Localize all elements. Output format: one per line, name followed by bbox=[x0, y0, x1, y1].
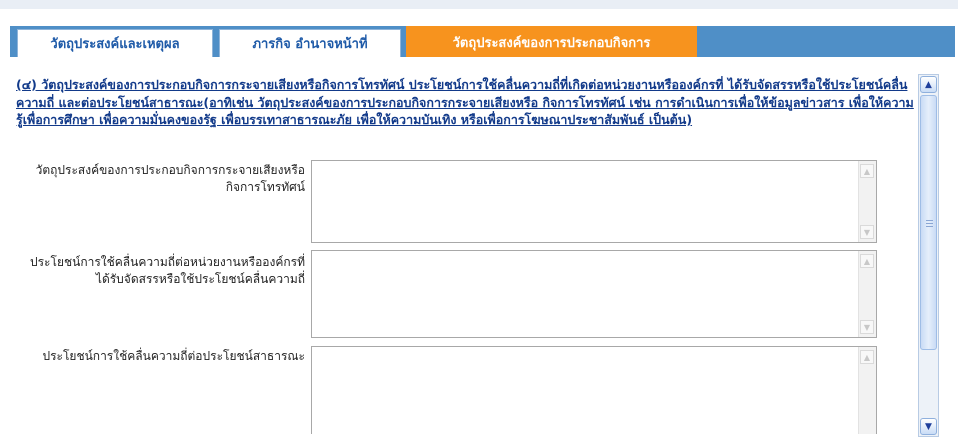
field-label-public-benefit: ประโยชน์การใช้คลื่นความถี่ต่อประโยชน์สาธ… bbox=[42, 349, 305, 363]
section-description: (๔) วัตถุประสงค์ของการประกอบกิจการกระจาย… bbox=[16, 77, 914, 127]
field-label-organization-benefit: ประโยชน์การใช้คลื่นความถี่ต่อหน่วยงานหรื… bbox=[29, 255, 305, 286]
tab-objectives-reasons[interactable]: วัตถุประสงค์และเหตุผล bbox=[17, 29, 213, 57]
field-label-business-objective: วัตถุประสงค์ของการประกอบกิจการกระจายเสีย… bbox=[35, 163, 305, 194]
public-benefit-field[interactable]: ▲ bbox=[311, 346, 877, 434]
business-objective-textarea[interactable] bbox=[312, 161, 857, 242]
chevron-up-icon[interactable]: ▲ bbox=[920, 76, 937, 93]
textarea-scrollbar[interactable]: ▲ bbox=[858, 347, 876, 434]
chevron-up-icon[interactable]: ▲ bbox=[860, 254, 874, 268]
tab-mission-duties[interactable]: ภารกิจ อำนาจหน้าที่ bbox=[219, 29, 401, 57]
scrollbar-thumb[interactable] bbox=[920, 95, 937, 350]
grip-line bbox=[926, 223, 933, 224]
chevron-down-icon[interactable]: ▼ bbox=[920, 418, 937, 435]
grip-line bbox=[926, 226, 933, 227]
organization-benefit-field[interactable]: ▲ ▼ bbox=[311, 250, 877, 338]
chevron-up-icon[interactable]: ▲ bbox=[860, 164, 874, 178]
textarea-scrollbar[interactable]: ▲ ▼ bbox=[858, 161, 876, 242]
textarea-scrollbar[interactable]: ▲ ▼ bbox=[858, 251, 876, 337]
chevron-down-icon[interactable]: ▼ bbox=[860, 225, 874, 239]
page-top-strip bbox=[0, 0, 958, 9]
chevron-up-icon[interactable]: ▲ bbox=[860, 350, 874, 364]
public-benefit-textarea[interactable] bbox=[312, 347, 857, 434]
page-scrollbar[interactable]: ▲ ▼ bbox=[918, 74, 939, 437]
chevron-down-icon[interactable]: ▼ bbox=[860, 320, 874, 334]
tab-business-objectives[interactable]: วัตถุประสงค์ของการประกอบกิจการ bbox=[406, 26, 697, 57]
tab-bar: วัตถุประสงค์และเหตุผล ภารกิจ อำนาจหน้าที… bbox=[10, 26, 955, 57]
organization-benefit-textarea[interactable] bbox=[312, 251, 857, 337]
business-objective-field[interactable]: ▲ ▼ bbox=[311, 160, 877, 243]
grip-line bbox=[926, 220, 933, 221]
